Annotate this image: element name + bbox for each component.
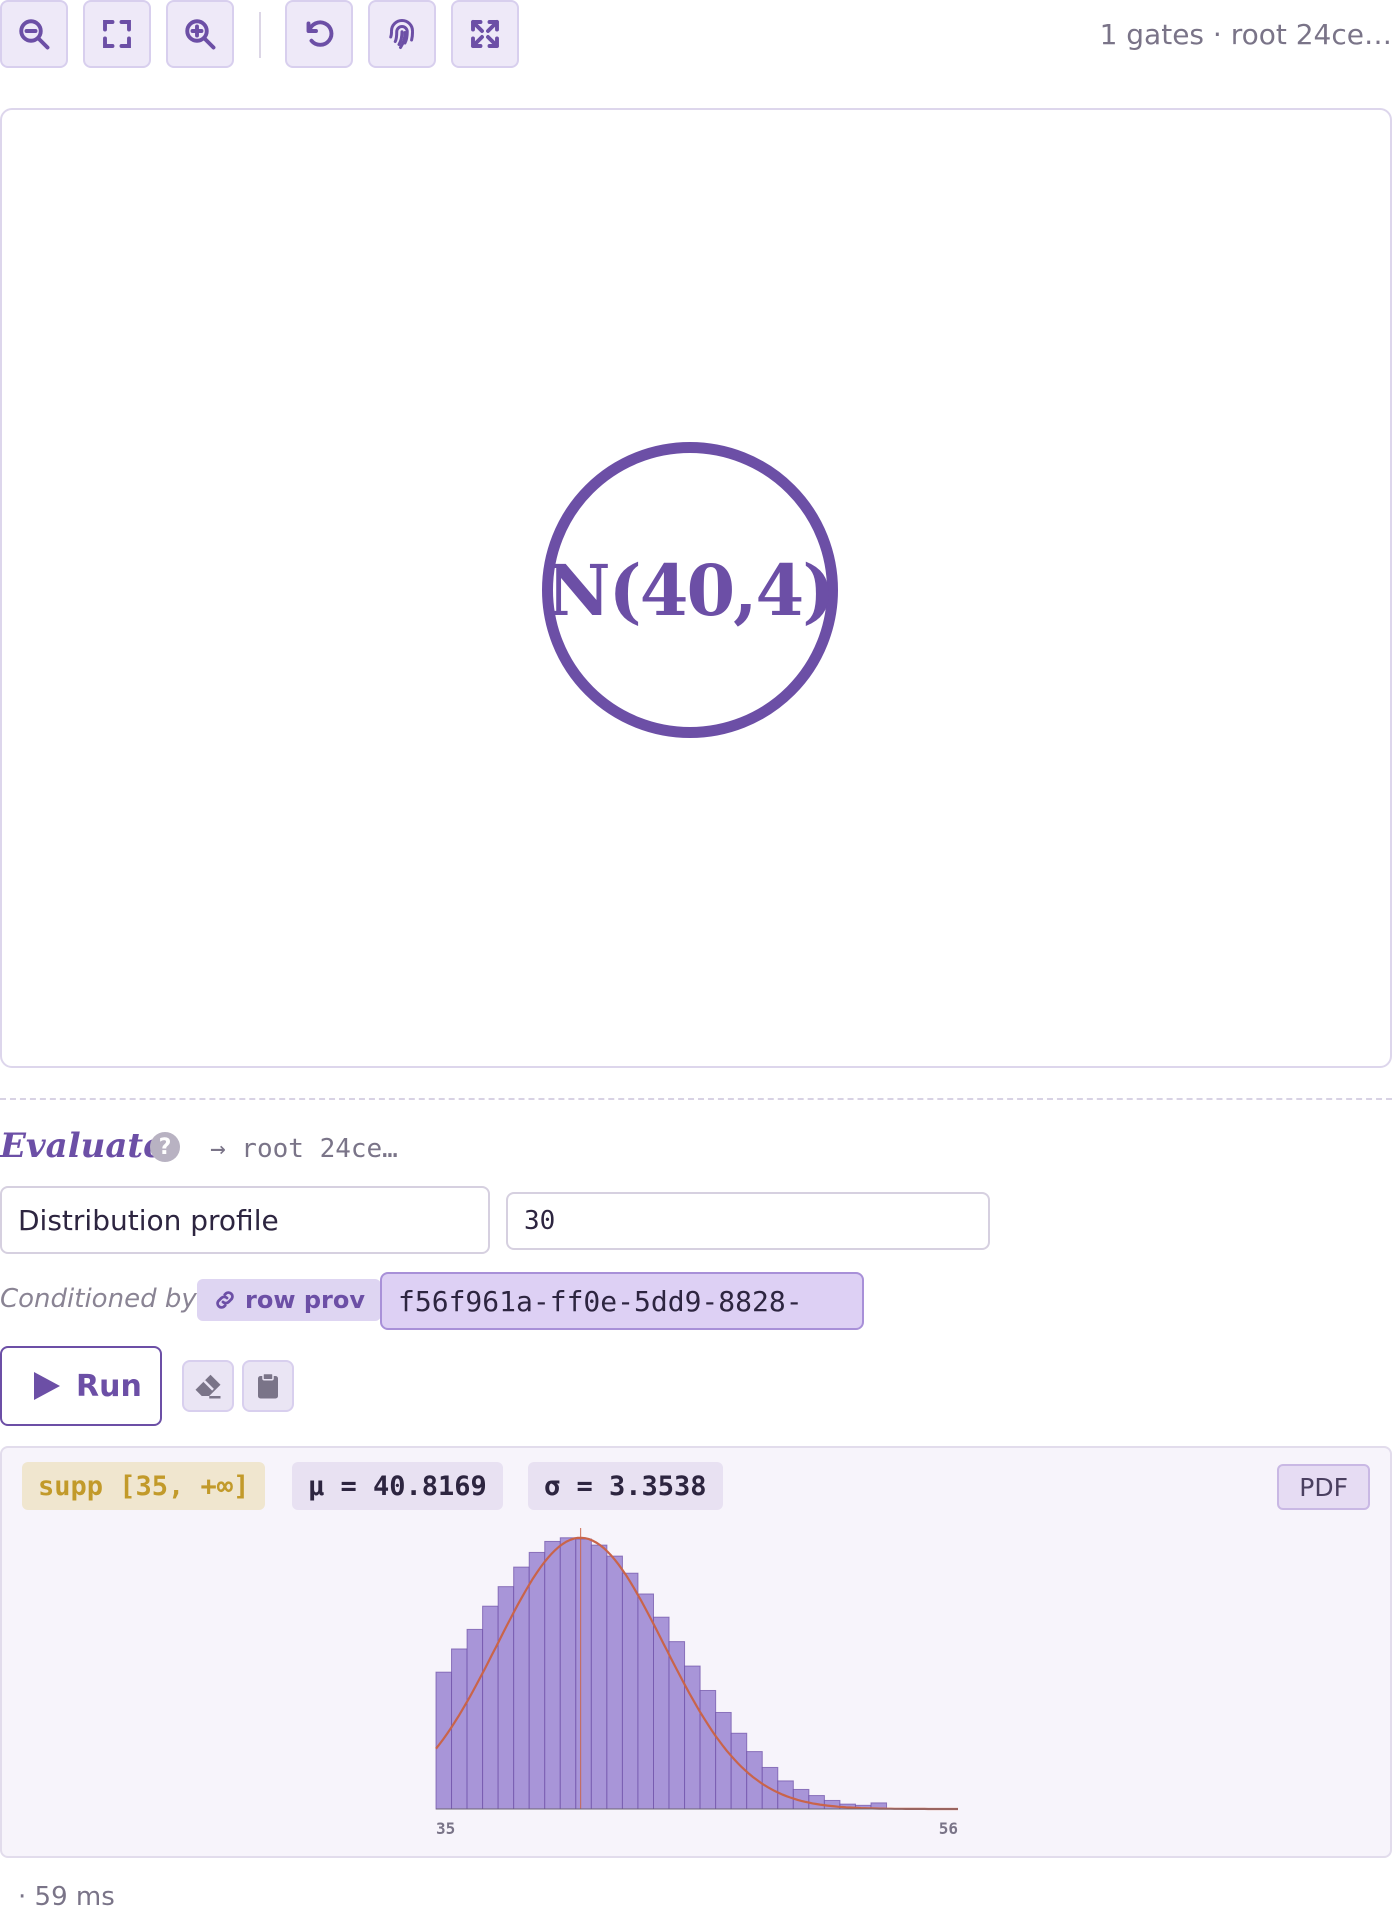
mean-chip: μ = 40.8169 <box>292 1462 503 1510</box>
histogram-bar <box>668 1641 686 1810</box>
graph-canvas[interactable]: N(40,4) <box>0 108 1392 1068</box>
zoom-out-icon <box>19 19 50 50</box>
zoom-in-icon <box>185 19 216 50</box>
zoom-out-button[interactable] <box>0 0 68 68</box>
histogram-bar <box>637 1593 655 1810</box>
result-panel: 35 56 supp [35, +∞] μ = 40.8169 σ = 3.353… <box>0 1446 1392 1858</box>
toolbar-separator <box>259 12 261 58</box>
x-tick-label: 35 <box>436 1819 455 1838</box>
sigma-chip: σ = 3.3538 <box>528 1462 723 1510</box>
circuit-info: 1 gates · root 24ce… <box>1099 18 1392 51</box>
histogram-bar <box>575 1538 592 1810</box>
row-prov-button[interactable]: row prov <box>197 1279 381 1321</box>
histogram-bar <box>466 1628 484 1810</box>
histogram-bar <box>606 1555 623 1810</box>
clear-button[interactable] <box>182 1360 234 1412</box>
support-chip: supp [35, +∞] <box>22 1462 266 1510</box>
condition-uuid-input[interactable]: f56f961a-ff0e-5dd9-8828- <box>380 1272 864 1330</box>
histogram-bar <box>730 1732 748 1810</box>
fingerprint-button[interactable] <box>368 0 436 68</box>
copy-button[interactable] <box>242 1360 294 1412</box>
fit-screen-icon <box>103 20 131 48</box>
gate-label: N(40,4) <box>546 548 836 632</box>
play-icon <box>34 1372 60 1400</box>
fit-screen-button[interactable] <box>83 0 151 68</box>
evaluate-title: Evaluate <box>0 1126 165 1166</box>
x-tick-label: 56 <box>939 1819 958 1838</box>
timing-label: · 59 ms <box>18 1882 115 1912</box>
fingerprint-icon <box>389 19 414 49</box>
semiring-select[interactable]: Distribution profile <box>0 1186 490 1254</box>
expand-button[interactable] <box>451 0 519 68</box>
histogram-bar <box>513 1566 530 1810</box>
gate-node[interactable]: N(40,4) <box>542 442 838 738</box>
histogram-bar <box>653 1616 670 1810</box>
clipboard-icon <box>258 1372 278 1399</box>
histogram-bar <box>497 1586 515 1810</box>
help-icon[interactable]: ? <box>150 1132 180 1162</box>
histogram-bar <box>590 1544 608 1810</box>
undo-button[interactable] <box>285 0 353 68</box>
histogram-bar <box>528 1551 546 1810</box>
histogram-bar <box>715 1711 732 1810</box>
histogram-bar <box>699 1689 717 1810</box>
samples-input[interactable]: 30 <box>506 1192 990 1250</box>
zoom-in-button[interactable] <box>166 0 234 68</box>
evaluate-root: → root 24ce… <box>210 1134 398 1164</box>
histogram-bar <box>559 1537 577 1810</box>
row-prov-label: row prov <box>245 1286 365 1314</box>
histogram-bar <box>451 1648 468 1810</box>
histogram-bar <box>544 1540 561 1810</box>
run-button[interactable]: Run <box>0 1346 162 1426</box>
pdf-toggle-button[interactable]: PDF <box>1277 1464 1370 1510</box>
eraser-icon <box>195 1374 221 1399</box>
undo-icon <box>306 20 334 47</box>
section-divider <box>0 1098 1392 1100</box>
histogram-bar <box>746 1751 763 1810</box>
histogram-bar <box>482 1605 499 1810</box>
run-label: Run <box>76 1368 142 1404</box>
link-icon <box>216 1291 234 1309</box>
conditioned-label: Conditioned by: <box>0 1284 206 1314</box>
expand-icon <box>471 20 499 48</box>
histogram-bar <box>621 1572 639 1810</box>
histogram-bar <box>435 1671 453 1810</box>
